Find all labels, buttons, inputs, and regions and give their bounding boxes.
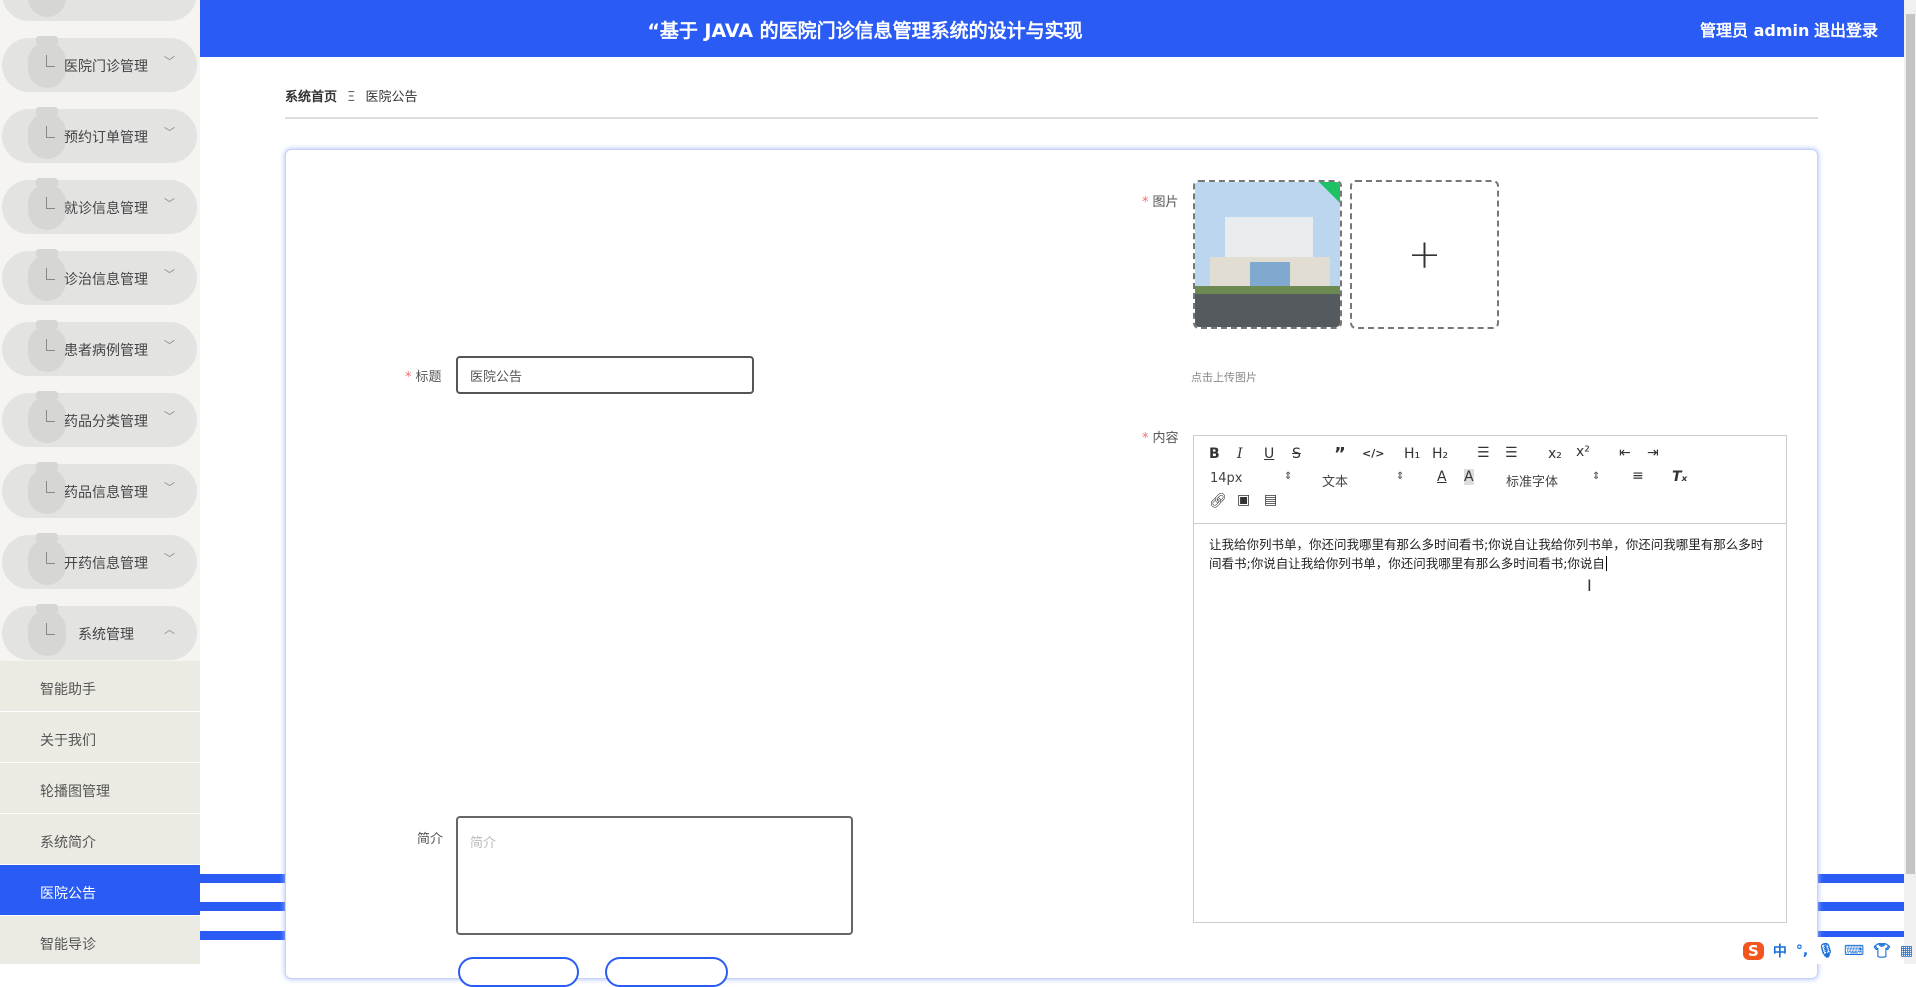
bold-icon[interactable]: B [1209, 446, 1220, 462]
chevron-up-icon: ︿ [164, 623, 175, 636]
sidebar-menu-system[interactable]: 系统管理 ︿ [2, 604, 197, 660]
code-icon[interactable]: </> [1362, 447, 1384, 460]
menu-label: 开药信息管理 [64, 556, 148, 572]
submit-button[interactable] [458, 957, 579, 987]
upload-hint: 点击上传图片 [1191, 371, 1257, 384]
summary-label: 简介 [417, 832, 444, 847]
sidebar-menu-drug-info[interactable]: 药品信息管理 ﹀ [2, 462, 197, 518]
outdent-icon[interactable]: ⇤ [1619, 445, 1631, 461]
menu-label: 预约订单管理 [64, 130, 148, 146]
scrollbar[interactable] [1904, 0, 1916, 964]
superscript-icon[interactable]: x² [1576, 444, 1590, 460]
cancel-button[interactable] [605, 957, 728, 987]
sidebar-menu-partial[interactable] [2, 0, 197, 21]
menu-label: 医院门诊管理 [64, 59, 148, 75]
upload-add-button[interactable]: + [1350, 180, 1499, 329]
title-label: * 标题 [405, 370, 442, 385]
ordered-list-icon[interactable]: ☰ [1477, 445, 1490, 461]
font-size-select[interactable]: 14px [1210, 471, 1243, 486]
video-icon[interactable]: ▤ [1264, 492, 1277, 508]
header: “基于 JAVA 的医院门诊信息管理系统的设计与实现 管理员 admin 退出登… [200, 0, 1904, 57]
editor-toolbar: B I U S ” </> H₁ H₂ ☰ ☰ x₂ x² ⇤ ⇥ 14px ⇕… [1194, 436, 1786, 524]
indent-icon[interactable]: ⇥ [1647, 445, 1659, 461]
sogou-logo-icon: S [1743, 941, 1764, 960]
sidebar-menu-drug-category[interactable]: 药品分类管理 ﹀ [2, 391, 197, 447]
chevron-down-icon: ﹀ [164, 481, 175, 494]
chevron-down-icon: ﹀ [164, 197, 175, 210]
h2-icon[interactable]: H₂ [1432, 446, 1448, 462]
ime-toolbar[interactable]: S 中 °, 🎙︎ ⌨ 👕︎ ▦ [1740, 937, 1913, 964]
apps-icon[interactable]: ▦ [1900, 943, 1913, 959]
text-cursor-icon: I [1587, 576, 1592, 595]
link-icon[interactable]: 🔗︎ [1209, 493, 1227, 509]
punctuation-icon[interactable]: °, [1796, 943, 1808, 959]
chevron-down-icon: ﹀ [164, 410, 175, 423]
breadcrumb-current: 医院公告 [365, 90, 418, 105]
background-color-icon[interactable]: A [1464, 469, 1474, 485]
bullet-list-icon[interactable]: ☰ [1505, 445, 1518, 461]
chevron-down-icon: ﹀ [164, 552, 175, 565]
underline-icon[interactable]: U [1264, 446, 1274, 462]
chevron-down-icon: ﹀ [164, 268, 175, 281]
sidebar: 医院门诊管理 ﹀ 预约订单管理 ﹀ 就诊信息管理 ﹀ 诊治信息管理 ﹀ 患者病例管理 ﹀ … [0, 0, 200, 964]
align-icon[interactable]: ≡ [1632, 468, 1644, 484]
logout-link[interactable]: 退出登录 [1814, 17, 1878, 41]
chevron-down-icon: ﹀ [164, 55, 175, 68]
sidebar-menu-cases[interactable]: 患者病例管理 ﹀ [2, 320, 197, 376]
page-title: “基于 JAVA 的医院门诊信息管理系统的设计与实现 [647, 20, 1083, 42]
summary-textarea[interactable]: 简介 [456, 816, 853, 935]
menu-label: 就诊信息管理 [64, 201, 148, 217]
hospital-image [1195, 182, 1340, 327]
submenu-intro[interactable]: 系统简介 [0, 814, 200, 865]
font-family-select[interactable]: 标准字体 [1506, 471, 1558, 490]
submenu-notice[interactable]: 医院公告 [0, 865, 200, 916]
menu-label: 诊治信息管理 [64, 272, 148, 288]
uploaded-image[interactable] [1193, 180, 1342, 329]
sidebar-menu-booking[interactable]: 预约订单管理 ﹀ [2, 107, 197, 163]
submenu-carousel[interactable]: 轮播图管理 [0, 763, 200, 814]
keyboard-icon[interactable]: ⌨ [1844, 943, 1864, 959]
menu-label: 药品分类管理 [64, 414, 148, 430]
h1-icon[interactable]: H₁ [1404, 446, 1420, 462]
font-color-icon[interactable]: A [1437, 469, 1447, 485]
clear-format-icon[interactable]: Tₓ [1672, 469, 1687, 485]
microphone-icon[interactable]: 🎙︎ [1817, 943, 1835, 959]
submenu-assistant[interactable]: 智能助手 [0, 661, 200, 712]
title-input[interactable]: 医院公告 [456, 356, 754, 394]
admin-user: 管理员 admin [1700, 21, 1810, 40]
skin-icon[interactable]: 👕︎ [1873, 943, 1891, 959]
content-label: * 内容 [1142, 431, 1179, 446]
chevron-down-icon: ﹀ [164, 339, 175, 352]
italic-icon[interactable]: I [1237, 446, 1243, 462]
blockquote-icon[interactable]: ” [1334, 444, 1346, 465]
divider [285, 117, 1818, 119]
breadcrumb: 系统首页 Ξ 医院公告 [285, 86, 418, 105]
block-format-select[interactable]: 文本 [1322, 471, 1348, 490]
select-arrows-icon: ⇕ [1592, 471, 1601, 482]
submenu-guide[interactable]: 智能导诊 [0, 916, 200, 964]
strike-icon[interactable]: S [1292, 446, 1301, 462]
chinese-mode-icon[interactable]: 中 [1773, 941, 1787, 961]
menu-label: 患者病例管理 [64, 343, 148, 359]
plus-icon: + [1407, 231, 1442, 278]
breadcrumb-home[interactable]: 系统首页 [285, 90, 337, 105]
select-arrows-icon: ⇕ [1396, 471, 1405, 482]
image-icon[interactable]: ▣ [1237, 492, 1250, 508]
menu-label: 药品信息管理 [64, 485, 148, 501]
editor-content[interactable]: 让我给你列书单，你还问我哪里有那么多时间看书;你说自让我给你列书单，你还问我哪里… [1209, 535, 1774, 573]
sidebar-menu-prescription[interactable]: 开药信息管理 ﹀ [2, 533, 197, 589]
menu-label: 系统管理 [78, 627, 134, 643]
subscript-icon[interactable]: x₂ [1548, 446, 1562, 462]
rich-text-editor: B I U S ” </> H₁ H₂ ☰ ☰ x₂ x² ⇤ ⇥ 14px ⇕… [1193, 435, 1787, 923]
breadcrumb-separator: Ξ [347, 90, 356, 105]
submenu-about[interactable]: 关于我们 [0, 712, 200, 763]
sidebar-menu-clinic[interactable]: 医院门诊管理 ﹀ [2, 36, 197, 92]
sidebar-menu-visit[interactable]: 就诊信息管理 ﹀ [2, 178, 197, 234]
image-label: * 图片 [1142, 195, 1179, 210]
sidebar-menu-diagnosis[interactable]: 诊治信息管理 ﹀ [2, 249, 197, 305]
chevron-down-icon: ﹀ [164, 126, 175, 139]
select-arrows-icon: ⇕ [1284, 471, 1293, 482]
